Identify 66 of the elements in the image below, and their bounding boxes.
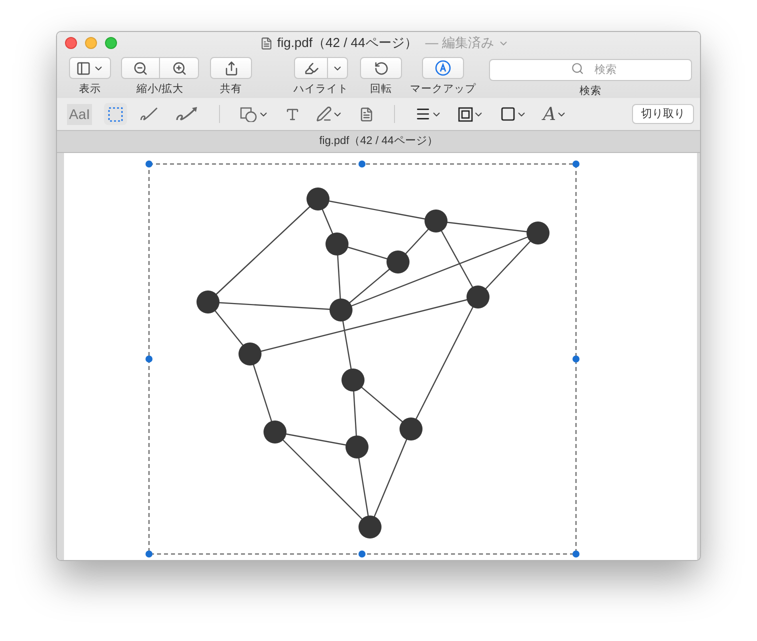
zoom-out-icon [133,60,148,76]
zoom-in-icon [172,60,186,76]
rotate-button[interactable] [360,57,402,79]
node-circle [306,188,330,210]
share-button[interactable] [210,57,252,79]
crop-button[interactable]: 切り取り [632,104,694,124]
resize-handle[interactable] [146,550,152,558]
rotate-icon [374,60,388,76]
signature-icon [316,106,332,122]
node-circle [264,420,286,444]
selection-rectangle[interactable] [148,164,576,554]
node-circle [342,368,364,392]
edited-status: — 編集済み [425,34,494,52]
font-tool[interactable]: A [539,103,572,125]
node-circle [358,516,382,538]
resize-handle[interactable] [572,160,580,168]
zoom-in-button[interactable] [160,57,199,79]
node-circle [196,290,220,314]
markup-button[interactable] [422,57,464,79]
toolbar-label: 検索 [580,84,602,99]
highlighter-icon [304,60,318,76]
node-circle [326,232,348,256]
window-title: fig.pdf（42 / 44ページ） [277,34,418,52]
rect-select-tool[interactable] [104,103,128,125]
shapes-icon [240,106,258,122]
pdf-file-icon [260,36,274,50]
zoom-window-button[interactable] [105,37,117,49]
search-icon [571,62,584,75]
note-icon [359,106,374,122]
resize-handle[interactable] [146,160,152,168]
toolbar-label: 共有 [220,82,242,97]
toolbar-label: マークアップ [410,82,476,97]
pen-squiggle-icon [175,106,200,122]
text-box-icon [285,106,300,122]
node-circle [238,342,262,366]
toolbar-label: 縮小/拡大 [136,82,184,97]
resize-handle[interactable] [572,550,580,558]
node-circle [386,250,410,274]
resize-handle[interactable] [146,356,152,362]
sidebar-button[interactable] [69,57,111,79]
markup-pen-icon [435,60,451,76]
node-circle [346,436,368,458]
zoom-out-button[interactable] [121,57,160,79]
node-circle [526,222,550,244]
search-field[interactable]: 検索 [489,59,692,81]
resize-handle[interactable] [358,160,366,168]
tab-title: fig.pdf（42 / 44ページ） [319,134,438,150]
resize-handle[interactable] [358,550,366,558]
fill-color-icon [500,106,516,122]
line-style-icon [415,106,432,122]
highlight-button[interactable] [294,57,328,79]
dashed-rectangle-icon [108,106,124,122]
highlight-menu-button[interactable] [328,57,348,79]
pen-squiggle-icon [139,106,160,122]
toolbar-label: 表示 [79,82,101,97]
toolbar-label: 回転 [370,82,392,97]
resize-handle[interactable] [572,356,580,362]
close-button[interactable] [65,37,77,49]
node-circle [400,418,422,440]
sidebar-icon [76,60,91,76]
node-circle [466,286,490,308]
toolbar-label: ハイライト [294,82,348,97]
node-circle [424,210,448,232]
border-color-icon [458,106,474,122]
share-icon [224,60,238,76]
node-circle [330,298,352,322]
